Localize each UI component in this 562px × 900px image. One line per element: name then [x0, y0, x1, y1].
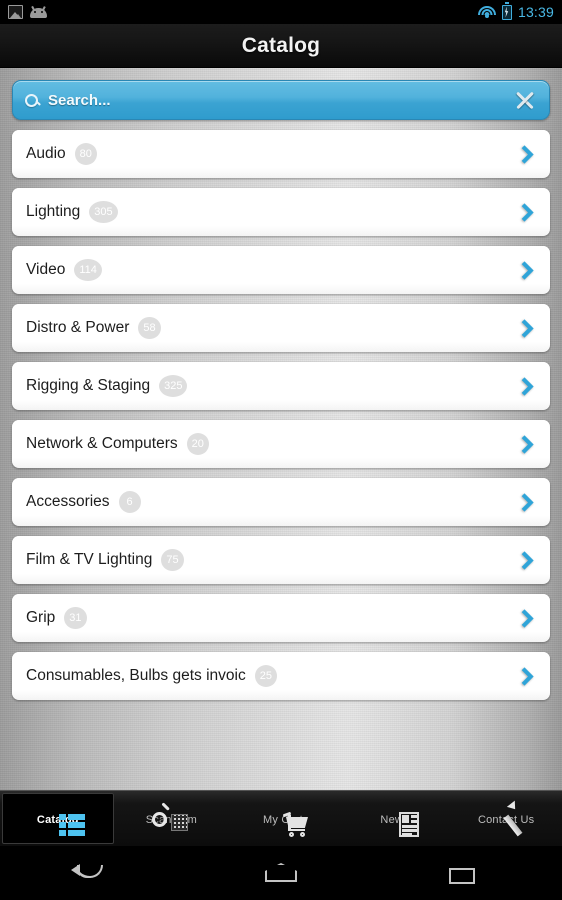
home-icon[interactable]	[246, 853, 316, 893]
back-icon[interactable]	[59, 853, 129, 893]
list-item-label: Rigging & Staging	[26, 377, 151, 394]
list-item-label: Grip	[26, 609, 56, 626]
list-item-label: Lighting	[26, 203, 81, 220]
list-item-label: Consumables, Bulbs gets invoic	[26, 667, 246, 684]
list-item[interactable]: Lighting 305	[12, 188, 550, 236]
list-item-label: Network & Computers	[26, 435, 178, 452]
chevron-right-icon	[515, 492, 534, 512]
main-content: Search... Audio 80 Lighting 305 Video 114 Dist…	[0, 68, 562, 790]
list-item-count-badge: 114	[74, 259, 102, 281]
status-bar-left	[8, 5, 47, 19]
tab-scan-item[interactable]: Scan Item	[116, 791, 228, 846]
list-item[interactable]: Audio 80	[12, 130, 550, 178]
status-bar-clock: 13:39	[517, 4, 554, 20]
android-robot-icon	[30, 6, 47, 18]
battery-charging-icon	[501, 2, 512, 20]
recent-apps-icon[interactable]	[433, 853, 503, 893]
list-item-count-badge: 325	[159, 375, 188, 397]
list-item[interactable]: Grip 31	[12, 594, 550, 642]
list-item[interactable]: Distro & Power 58	[12, 304, 550, 352]
list-item-count-badge: 305	[89, 201, 118, 223]
status-bar-right: 13:39	[477, 2, 554, 20]
chevron-right-icon	[515, 202, 534, 222]
wifi-icon	[477, 5, 496, 19]
page-title: Catalog	[241, 33, 321, 57]
list-item-label: Distro & Power	[26, 319, 130, 336]
search-bar[interactable]: Search...	[12, 80, 550, 120]
chevron-right-icon	[515, 608, 534, 628]
list-item-count-badge: 6	[118, 491, 141, 513]
category-list: Audio 80 Lighting 305 Video 114 Distro & Power…	[12, 130, 550, 700]
list-item-count-badge: 20	[186, 433, 209, 455]
tab-my-cart[interactable]: My Cart	[227, 791, 339, 846]
list-item-label: Audio	[26, 145, 66, 162]
list-item-label: Film & TV Lighting	[26, 551, 153, 568]
chevron-right-icon	[515, 666, 534, 686]
tab-catalog[interactable]: Catalog	[2, 793, 114, 844]
list-item[interactable]: Rigging & Staging 325	[12, 362, 550, 410]
list-item-count-badge: 75	[161, 549, 184, 571]
list-item[interactable]: Accessories 6	[12, 478, 550, 526]
screenshot-image-icon	[8, 5, 23, 19]
list-item[interactable]: Network & Computers 20	[12, 420, 550, 468]
chevron-right-icon	[515, 318, 534, 338]
chevron-right-icon	[515, 434, 534, 454]
list-item-label: Accessories	[26, 493, 110, 510]
list-item[interactable]: Consumables, Bulbs gets invoic 25	[12, 652, 550, 700]
chevron-right-icon	[515, 144, 534, 164]
status-bar: 13:39	[0, 0, 562, 24]
tab-news[interactable]: News	[339, 791, 451, 846]
chevron-right-icon	[515, 550, 534, 570]
list-item-label: Video	[26, 261, 66, 278]
chevron-right-icon	[515, 260, 534, 280]
list-item-count-badge: 31	[64, 607, 87, 629]
list-item-count-badge: 58	[138, 317, 161, 339]
list-item-count-badge: 25	[254, 665, 277, 687]
list-item[interactable]: Video 114	[12, 246, 550, 294]
search-input[interactable]: Search...	[48, 92, 513, 109]
list-item[interactable]: Film & TV Lighting 75	[12, 536, 550, 584]
device-screen: 13:39 Catalog Search... Audio 80 Lighting 3…	[0, 0, 562, 900]
search-icon	[25, 93, 38, 107]
bottom-tab-bar: CatalogScan ItemMy CartNewsContact Us	[0, 790, 562, 846]
list-item-count-badge: 80	[74, 143, 97, 165]
close-icon[interactable]	[513, 88, 537, 112]
chevron-right-icon	[515, 376, 534, 396]
app-title-bar: Catalog	[0, 24, 562, 68]
tab-contact-us[interactable]: Contact Us	[450, 791, 562, 846]
android-nav-bar	[0, 846, 562, 900]
